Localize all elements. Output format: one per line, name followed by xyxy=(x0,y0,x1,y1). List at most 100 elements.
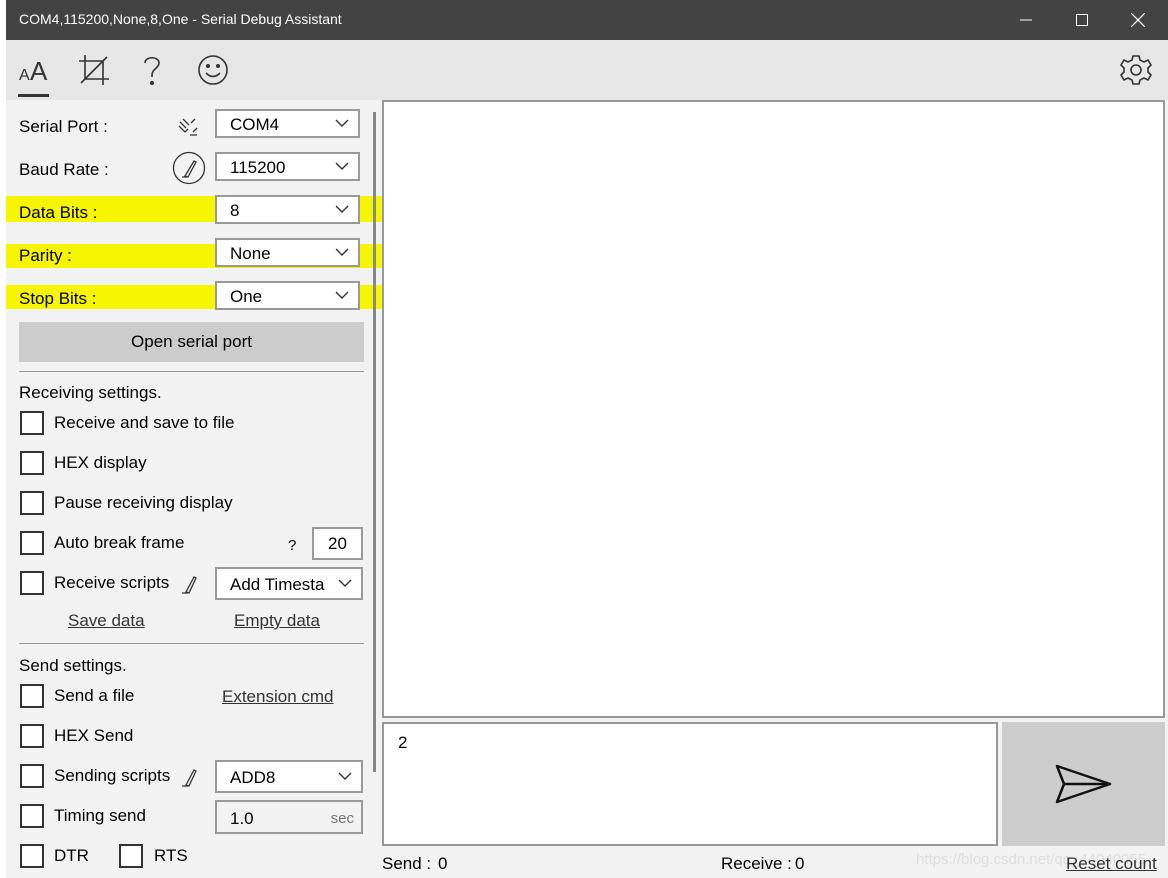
scrollbar[interactable] xyxy=(373,112,376,772)
data-bits-value: 8 xyxy=(230,201,240,220)
empty-data-link[interactable]: Empty data xyxy=(234,611,320,631)
extension-cmd-link[interactable]: Extension cmd xyxy=(222,687,334,707)
send-count-value: 0 xyxy=(438,854,448,873)
sending-scripts-label: Sending scripts xyxy=(54,766,171,785)
settings-panel: Serial Port : COM4 Baud Rate : 115200 Da… xyxy=(6,100,396,878)
close-button[interactable] xyxy=(1110,0,1166,40)
maximize-icon xyxy=(1076,14,1088,26)
rts-checkbox[interactable] xyxy=(119,844,143,868)
maximize-button[interactable] xyxy=(1054,0,1110,40)
auto-break-help[interactable]: ? xyxy=(288,537,296,554)
dtr-checkbox[interactable] xyxy=(20,844,44,868)
send-input-value: 2 xyxy=(398,733,408,752)
help-icon xyxy=(144,56,160,86)
feedback-button[interactable] xyxy=(193,50,233,90)
send-icon xyxy=(1055,764,1111,804)
auto-break-input[interactable]: 20 xyxy=(312,527,363,560)
baud-edit-button[interactable] xyxy=(172,151,206,190)
receive-scripts-select[interactable]: Add Timesta xyxy=(215,567,363,600)
hex-send-label: HEX Send xyxy=(54,726,134,745)
hex-display-checkbox[interactable] xyxy=(20,451,44,475)
chevron-down-icon xyxy=(335,248,349,256)
receiving-settings-heading: Receiving settings. xyxy=(19,383,162,402)
receive-save-checkbox[interactable] xyxy=(20,411,44,435)
pause-display-label: Pause receiving display xyxy=(54,493,233,512)
divider xyxy=(19,643,364,644)
crop-button[interactable] xyxy=(74,50,114,90)
app-window: COM4,115200,None,8,One - Serial Debug As… xyxy=(6,0,1168,878)
receive-scripts-label: Receive scripts xyxy=(54,573,170,592)
edit-pen-icon xyxy=(172,151,206,185)
timing-send-checkbox[interactable] xyxy=(20,804,44,828)
settings-button[interactable] xyxy=(1116,50,1156,90)
port-refresh-button[interactable] xyxy=(176,114,200,143)
chevron-down-icon xyxy=(335,119,349,127)
baud-rate-value: 115200 xyxy=(230,158,286,177)
sending-scripts-checkbox[interactable] xyxy=(20,764,44,788)
stop-bits-label: Stop Bits : xyxy=(19,289,97,308)
send-file-checkbox[interactable] xyxy=(20,684,44,708)
serial-port-select[interactable]: COM4 xyxy=(215,109,360,138)
data-bits-select[interactable]: 8 xyxy=(215,195,360,224)
data-bits-label: Data Bits : xyxy=(19,203,98,222)
unplug-icon xyxy=(178,118,198,136)
sending-scripts-select[interactable]: ADD8 xyxy=(215,760,363,793)
baud-rate-label: Baud Rate : xyxy=(19,160,109,179)
receive-scripts-checkbox[interactable] xyxy=(20,571,44,595)
chevron-down-icon xyxy=(335,205,349,213)
title-bar: COM4,115200,None,8,One - Serial Debug As… xyxy=(6,0,1168,40)
toolbar: A A xyxy=(6,40,1168,100)
send-settings-heading: Send settings. xyxy=(19,656,127,675)
font-icon: A A xyxy=(19,56,48,86)
parity-label: Parity : xyxy=(19,246,72,265)
sending-scripts-value: ADD8 xyxy=(230,768,276,787)
send-count-label: Send : xyxy=(382,854,432,873)
timing-value: 1.0 xyxy=(230,809,254,828)
minimize-icon xyxy=(1020,19,1032,21)
save-data-link[interactable]: Save data xyxy=(68,611,145,631)
stop-bits-value: One xyxy=(230,287,263,306)
crop-icon xyxy=(79,55,109,85)
edit-pen-icon xyxy=(182,769,197,787)
svg-text:A: A xyxy=(30,56,48,86)
serial-port-label: Serial Port : xyxy=(19,117,108,136)
stop-bits-select[interactable]: One xyxy=(215,281,360,310)
send-button[interactable] xyxy=(1002,722,1165,846)
minimize-button[interactable] xyxy=(998,0,1054,40)
timing-send-label: Timing send xyxy=(54,806,146,825)
receive-count-label: Receive : xyxy=(721,854,792,873)
help-button[interactable] xyxy=(132,50,172,90)
pause-display-checkbox[interactable] xyxy=(20,491,44,515)
timing-send-input[interactable]: 1.0 sec xyxy=(215,800,363,834)
close-icon xyxy=(1131,13,1145,27)
timing-unit: sec xyxy=(330,810,354,827)
gear-icon xyxy=(1119,55,1153,85)
reset-count-link[interactable]: Reset count xyxy=(1066,854,1157,874)
window-title: COM4,115200,None,8,One - Serial Debug As… xyxy=(19,11,342,27)
sending-scripts-edit-button[interactable] xyxy=(179,767,201,794)
auto-break-label: Auto break frame xyxy=(54,533,185,552)
svg-text:A: A xyxy=(19,67,30,84)
receive-area[interactable] xyxy=(382,100,1165,718)
auto-break-checkbox[interactable] xyxy=(20,531,44,555)
baud-rate-select[interactable]: 115200 xyxy=(215,152,360,181)
hex-send-checkbox[interactable] xyxy=(20,724,44,748)
chevron-down-icon xyxy=(335,291,349,299)
chevron-down-icon xyxy=(338,772,352,780)
receive-scripts-value: Add Timesta xyxy=(230,575,325,594)
divider xyxy=(19,371,364,372)
chevron-down-icon xyxy=(335,162,349,170)
rts-label: RTS xyxy=(154,846,188,865)
font-size-button[interactable]: A A xyxy=(14,50,54,90)
edit-pen-icon xyxy=(182,576,197,594)
chevron-down-icon xyxy=(338,579,352,587)
open-serial-port-button[interactable]: Open serial port xyxy=(19,322,364,362)
serial-port-value: COM4 xyxy=(230,115,280,134)
send-input[interactable]: 2 xyxy=(382,722,998,846)
send-file-label: Send a file xyxy=(54,686,135,705)
receive-save-label: Receive and save to file xyxy=(54,413,235,432)
parity-select[interactable]: None xyxy=(215,238,360,267)
smiley-icon xyxy=(198,55,228,85)
receive-count-value: 0 xyxy=(795,854,805,873)
receive-scripts-edit-button[interactable] xyxy=(179,574,201,601)
